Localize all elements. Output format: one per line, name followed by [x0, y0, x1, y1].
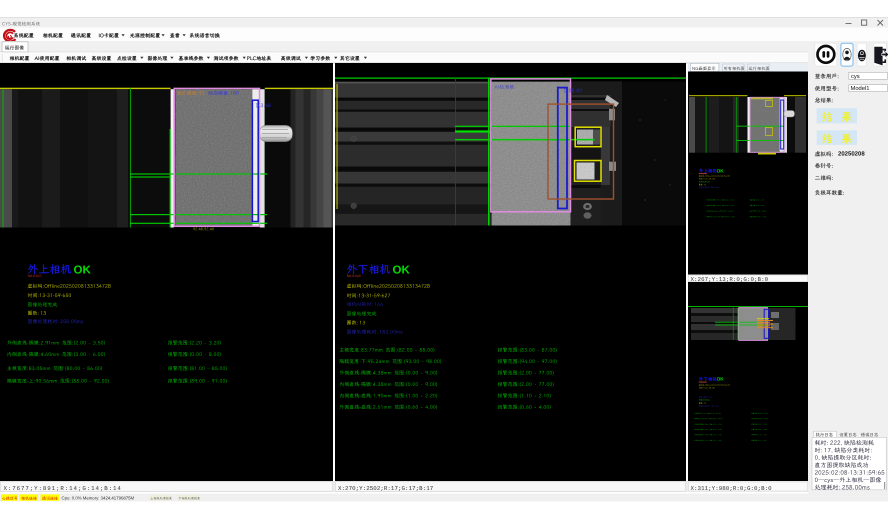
svg-text:X:270;Y:2502;R:17;G:17;B:17: X:270;Y:2502;R:17;G:17;B:17 — [338, 485, 434, 492]
svg-text:X:311;Y:980;R:0;G:0;B:0: X:311;Y:980;R:0;G:0;B:0 — [691, 485, 773, 492]
svg-text:X:7677;Y:891;R:14;G:14;B:14: X:7677;Y:891;R:14;G:14;B:14 — [4, 485, 122, 492]
svg-text:20250208: 20250208 — [838, 151, 865, 158]
svg-text:NG:0,0(?): NG:0,0(?) — [28, 274, 42, 278]
svg-text:NG:0,0(/0: NG:0,0(/0 — [347, 274, 361, 278]
svg-text:OK: OK — [74, 265, 92, 277]
svg-text:Model1: Model1 — [851, 85, 870, 92]
svg-text:OK: OK — [717, 377, 725, 382]
svg-text:cys: cys — [851, 74, 860, 80]
svg-text:OK: OK — [717, 168, 725, 173]
svg-text:X:267;Y:13;R:0;G:0;B:0: X:267;Y:13;R:0;G:0;B:0 — [691, 276, 769, 283]
svg-text:Cpu: 0.0% Memory: 3424.4179: Cpu: 0.0% Memory: 3424.41796875M — [62, 496, 135, 501]
svg-text:OK: OK — [393, 265, 411, 277]
